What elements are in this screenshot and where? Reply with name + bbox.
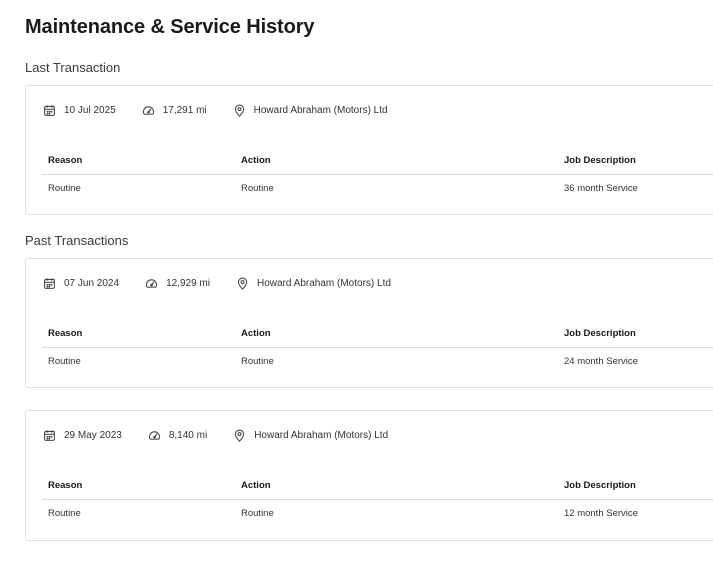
speedometer-icon: [142, 105, 154, 115]
transaction-garage: Howard Abraham (Motors) Ltd: [254, 429, 389, 441]
action-header: Action: [241, 480, 271, 491]
location-pin-icon: [235, 429, 245, 442]
last-transaction-heading: Last Transaction: [25, 60, 121, 75]
transaction-garage: Howard Abraham (Motors) Ltd: [253, 104, 388, 116]
job-description-cell: 24 month Service: [564, 356, 638, 367]
service-table: Reason Action Job Description Routine Ro…: [42, 323, 713, 372]
table-header: Reason Action Job Description: [42, 150, 713, 175]
table-row: Routine Routine 12 month Service: [42, 500, 713, 524]
job-description-header: Job Description: [564, 328, 636, 339]
transaction-date: 07 Jun 2024: [64, 277, 120, 289]
location-pin-icon: [234, 104, 244, 117]
speedometer-icon: [148, 430, 160, 440]
location-item: Howard Abraham (Motors) Ltd: [233, 104, 388, 117]
table-row: Routine Routine 24 month Service: [42, 348, 713, 372]
job-description-header: Job Description: [564, 480, 636, 491]
transaction-date: 10 Jul 2025: [64, 104, 116, 116]
job-description-header: Job Description: [564, 155, 636, 166]
reason-header: Reason: [48, 155, 83, 166]
table-header: Reason Action Job Description: [42, 475, 713, 500]
transaction-card-past-1: 07 Jun 2024 12,929 mi Howard Abraham (Mo…: [25, 258, 713, 388]
action-header: Action: [241, 328, 271, 339]
mileage-item: 8,140 mi: [148, 429, 207, 442]
service-table: Reason Action Job Description Routine Ro…: [42, 475, 713, 524]
date-item: 10 Jul 2025: [43, 104, 116, 117]
action-cell: Routine: [241, 183, 274, 194]
transaction-date: 29 May 2023: [64, 429, 122, 441]
service-table: Reason Action Job Description Routine Ro…: [42, 150, 713, 199]
table-row: Routine Routine 36 month Service: [42, 175, 713, 199]
action-cell: Routine: [241, 508, 274, 519]
transaction-garage: Howard Abraham (Motors) Ltd: [256, 277, 391, 289]
reason-cell: Routine: [48, 508, 81, 519]
calendar-icon: [44, 429, 55, 441]
mileage-item: 17,291 mi: [142, 104, 207, 117]
speedometer-icon: [146, 278, 158, 288]
action-cell: Routine: [241, 356, 274, 367]
location-item: Howard Abraham (Motors) Ltd: [236, 277, 391, 290]
calendar-icon: [44, 277, 55, 289]
location-pin-icon: [237, 277, 248, 290]
transaction-meta: 10 Jul 2025 17,291 mi Howard Abraham (Mo…: [43, 102, 388, 118]
action-header: Action: [241, 155, 271, 166]
page-title: Maintenance & Service History: [25, 16, 315, 38]
transaction-mileage: 17,291 mi: [162, 104, 207, 116]
mileage-item: 12,929 mi: [145, 277, 210, 290]
location-item: Howard Abraham (Motors) Ltd: [233, 429, 388, 442]
reason-cell: Routine: [48, 183, 81, 194]
transaction-meta: 07 Jun 2024 12,929 mi Howard Abraham (Mo…: [43, 275, 391, 291]
transaction-meta: 29 May 2023 8,140 mi Howard Abraham (Mot…: [43, 427, 388, 443]
table-header: Reason Action Job Description: [42, 323, 713, 348]
reason-header: Reason: [48, 328, 83, 339]
reason-header: Reason: [48, 480, 83, 491]
date-item: 29 May 2023: [43, 429, 122, 442]
past-transactions-heading: Past Transactions: [25, 233, 129, 248]
date-item: 07 Jun 2024: [43, 277, 119, 290]
transaction-card-last: 10 Jul 2025 17,291 mi Howard Abraham (Mo…: [25, 85, 713, 215]
transaction-card-past-2: 29 May 2023 8,140 mi Howard Abraham (Mot…: [25, 410, 713, 541]
job-description-cell: 36 month Service: [564, 183, 638, 194]
job-description-cell: 12 month Service: [564, 508, 638, 519]
calendar-icon: [44, 104, 55, 116]
transaction-mileage: 12,929 mi: [166, 277, 210, 289]
reason-cell: Routine: [48, 356, 81, 367]
transaction-mileage: 8,140 mi: [168, 429, 208, 441]
